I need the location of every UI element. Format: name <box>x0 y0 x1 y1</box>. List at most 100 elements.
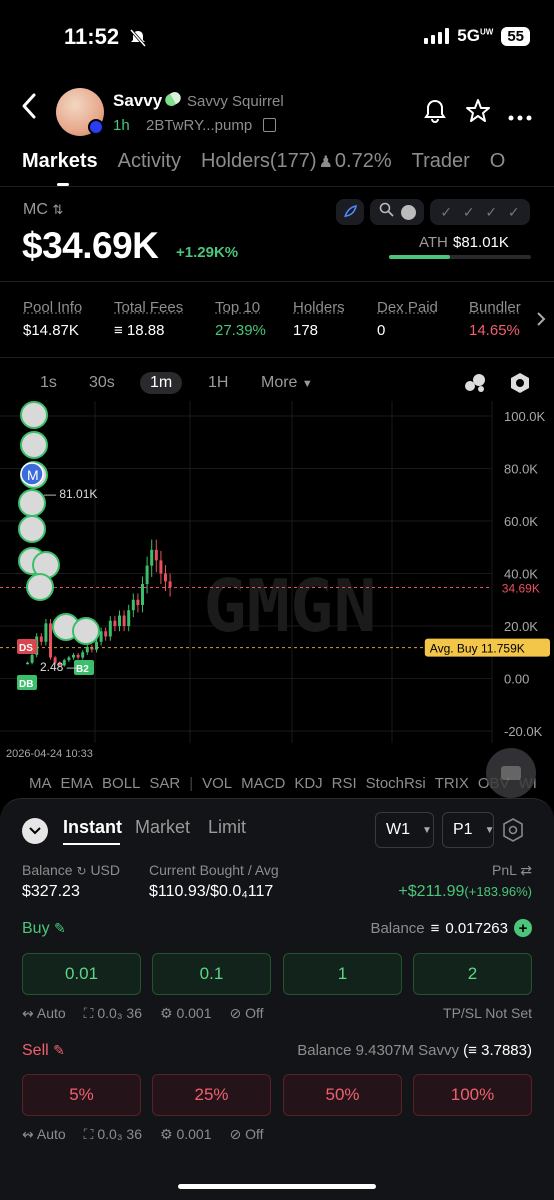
sol-icon: ≡ <box>468 1042 477 1059</box>
candle <box>141 584 144 605</box>
trader-avatar-marker[interactable] <box>26 573 54 601</box>
tab-markets[interactable]: Markets <box>22 150 98 173</box>
y-tick-label: 0.00 <box>504 672 529 687</box>
bubbles-icon[interactable] <box>464 373 486 398</box>
tab-trader[interactable]: Trader <box>412 150 470 173</box>
settings-hex-icon[interactable] <box>509 372 531 399</box>
floating-wallet-button[interactable] <box>486 748 536 798</box>
add-icon[interactable]: + <box>514 919 532 937</box>
tf-1m[interactable]: 1m <box>140 372 183 394</box>
list-icon <box>400 204 416 220</box>
sell-percent-button[interactable]: 25% <box>152 1074 271 1116</box>
sell-balance: Balance 9.4307M Savvy (≡ 3.7883) <box>297 1042 532 1059</box>
signal-icon <box>424 28 450 44</box>
indicator-ma[interactable]: MA <box>29 775 52 792</box>
bought-value: $110.93/$0.0₄117 <box>149 883 274 900</box>
current-price-label: 34.69K <box>502 581 540 595</box>
fee-option: ⚙ 0.001 <box>160 1005 212 1021</box>
indicator-sar[interactable]: SAR <box>149 775 180 792</box>
indicator-boll[interactable]: BOLL <box>102 775 140 792</box>
check-group[interactable]: ✓ ✓ ✓ ✓ <box>430 199 530 225</box>
stat-label[interactable]: Dex Paid <box>377 299 438 316</box>
tf-1h[interactable]: 1H <box>208 374 228 392</box>
trader-avatar-marker[interactable] <box>18 489 46 517</box>
candle <box>159 560 163 574</box>
sol-icon: ≡ <box>430 919 440 937</box>
mc-label[interactable]: MC ⇅ <box>23 201 63 219</box>
more-icon[interactable] <box>508 108 534 134</box>
wallet-select[interactable]: W1 ▼ <box>375 812 434 848</box>
status-time: 11:52 <box>64 24 120 49</box>
sell-percent-button[interactable]: 50% <box>283 1074 402 1116</box>
feather-icon[interactable] <box>336 199 364 225</box>
indicator-ema[interactable]: EMA <box>61 775 94 792</box>
candle <box>145 565 149 584</box>
token-address[interactable]: 2BTwRY...pump <box>146 117 252 134</box>
tab-activity[interactable]: Activity <box>118 150 181 173</box>
fee-icon: ⚙ <box>160 1005 173 1021</box>
indicator-macd[interactable]: MACD <box>241 775 285 792</box>
tab-holders[interactable]: Holders(177) ♟ 0.72% <box>201 150 392 173</box>
indicator-trix[interactable]: TRIX <box>435 775 469 792</box>
stat-label[interactable]: Top 10 <box>215 299 260 316</box>
stat-label[interactable]: Bundler <box>469 299 521 316</box>
buy-amount-button[interactable]: 0.1 <box>152 953 271 995</box>
indicator-divider: | <box>189 775 194 792</box>
token-full-name: Savvy Squirrel <box>187 93 284 110</box>
stat-label[interactable]: Pool Info <box>23 299 82 316</box>
pill-icon <box>163 89 183 109</box>
mc-value: $34.69K <box>22 225 159 266</box>
divider <box>0 281 554 282</box>
tab-instant[interactable]: Instant <box>63 817 122 838</box>
copy-icon[interactable] <box>263 118 276 132</box>
divider <box>0 186 554 187</box>
stat-value: 27.39% <box>215 322 266 339</box>
bell-icon[interactable] <box>422 98 448 124</box>
indicator-vol[interactable]: VOL <box>202 775 232 792</box>
back-icon[interactable] <box>20 92 38 126</box>
chevron-right-icon[interactable] <box>536 311 546 332</box>
tf-30s[interactable]: 30s <box>89 374 115 392</box>
tab-market[interactable]: Market <box>135 817 190 838</box>
y-tick-label: 60.0K <box>504 514 538 529</box>
trader-avatar-marker[interactable] <box>20 431 48 459</box>
battery-icon: 55 <box>501 26 530 46</box>
candle <box>39 636 43 642</box>
candle <box>150 549 154 566</box>
trader-avatar-marker[interactable] <box>72 617 100 645</box>
indicator-kdj[interactable]: KDJ <box>294 775 322 792</box>
low-marker-label: 2.48 — <box>40 660 79 674</box>
candle <box>99 631 103 642</box>
tab-limit[interactable]: Limit <box>208 817 246 838</box>
buy-amount-button[interactable]: 2 <box>413 953 532 995</box>
collapse-icon[interactable] <box>22 818 48 844</box>
stat-label[interactable]: Holders <box>293 299 345 316</box>
pnl-label[interactable]: PnL ⇄ <box>492 862 532 879</box>
star-icon[interactable] <box>465 98 491 124</box>
trader-avatar-marker[interactable] <box>18 515 46 543</box>
tf-1s[interactable]: 1s <box>40 374 57 392</box>
fee-icon: ⚙ <box>160 1126 173 1142</box>
price-chart[interactable]: GMGN 100.0K80.0K60.0K40.0K20.0K0.00-20.0… <box>0 401 554 743</box>
stat-label[interactable]: Total Fees <box>114 299 183 316</box>
tf-more[interactable]: More ▼ <box>261 374 313 392</box>
gas-icon: ⛶ <box>83 1005 94 1021</box>
check-icon: ✓ <box>485 203 498 220</box>
gear-icon[interactable] <box>502 818 524 847</box>
sell-percent-button[interactable]: 100% <box>413 1074 532 1116</box>
preset-select[interactable]: P1 ▼ <box>442 812 494 848</box>
buy-amount-button[interactable]: 1 <box>283 953 402 995</box>
home-indicator[interactable] <box>178 1184 376 1189</box>
search-list-chip[interactable] <box>370 199 424 225</box>
sell-options[interactable]: ↭ Auto ⛶ 0.0₃ 36 ⚙ 0.001 ⊘ Off <box>22 1126 264 1143</box>
buy-amount-button[interactable]: 0.01 <box>22 953 141 995</box>
tab-overflow[interactable]: O <box>490 150 506 173</box>
buy-options[interactable]: ↭ Auto ⛶ 0.0₃ 36 ⚙ 0.001 ⊘ Off <box>22 1005 264 1022</box>
indicator-stochrsi[interactable]: StochRsi <box>366 775 426 792</box>
trader-avatar-marker[interactable] <box>20 401 48 429</box>
edit-icon: ✎ <box>53 1042 65 1058</box>
indicator-rsi[interactable]: RSI <box>332 775 357 792</box>
tpsl-status[interactable]: TP/SL Not Set <box>443 1005 532 1021</box>
sell-percent-button[interactable]: 5% <box>22 1074 141 1116</box>
shield-icon: ⊘ <box>229 1005 242 1021</box>
